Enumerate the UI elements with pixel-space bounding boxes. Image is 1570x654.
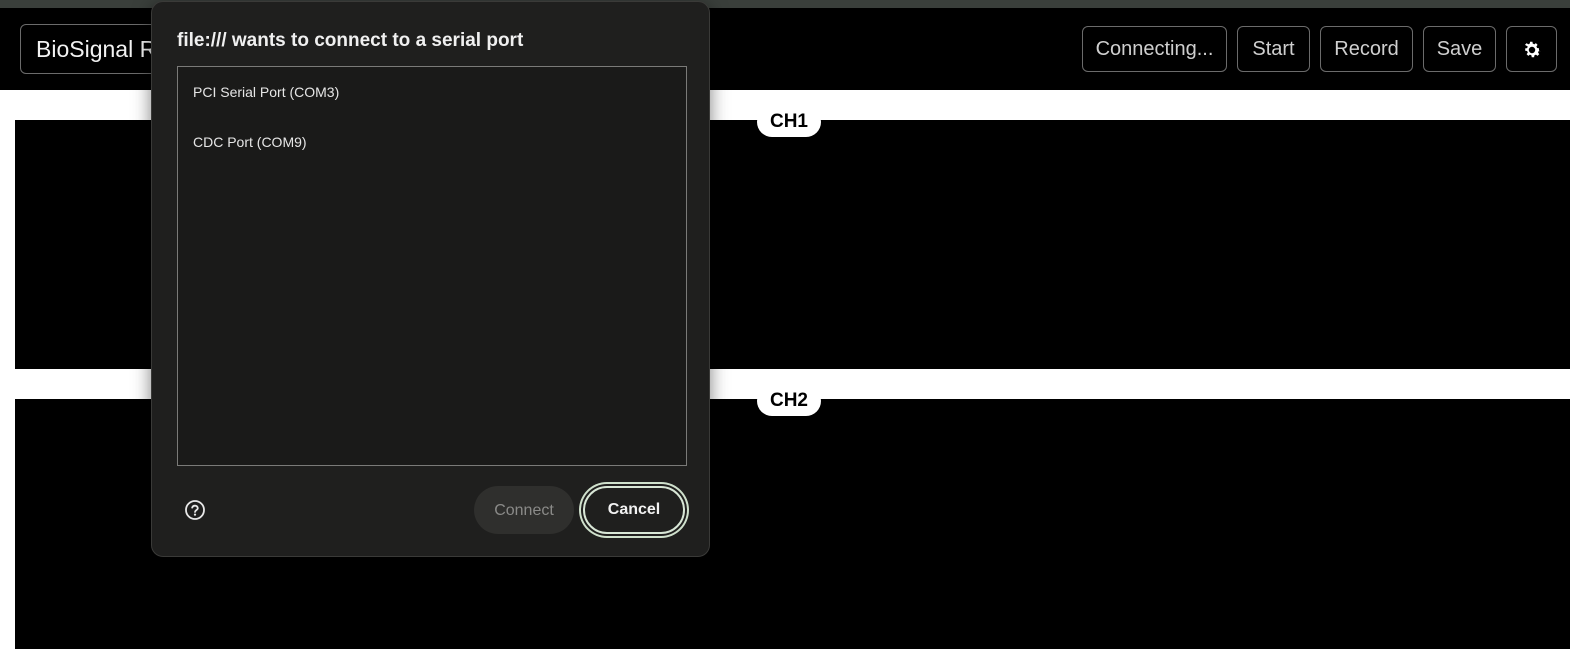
save-button[interactable]: Save	[1423, 26, 1496, 72]
settings-button[interactable]	[1506, 26, 1557, 72]
channel-1-label: CH1	[757, 107, 821, 137]
connect-dialog-button[interactable]: Connect	[474, 486, 574, 534]
port-list: PCI Serial Port (COM3) CDC Port (COM9)	[177, 66, 687, 466]
serial-port-dialog: file:/// wants to connect to a serial po…	[151, 1, 710, 557]
record-button[interactable]: Record	[1320, 26, 1413, 72]
dialog-title: file:/// wants to connect to a serial po…	[177, 30, 524, 51]
connect-button[interactable]: Connecting...	[1082, 26, 1227, 72]
port-item-com3[interactable]: PCI Serial Port (COM3)	[193, 84, 339, 100]
channel-2-label: CH2	[757, 386, 821, 416]
question-circle-icon[interactable]	[184, 499, 206, 521]
cancel-button[interactable]: Cancel	[583, 486, 685, 534]
gear-icon	[1521, 38, 1543, 60]
start-button[interactable]: Start	[1237, 26, 1310, 72]
port-item-com9[interactable]: CDC Port (COM9)	[193, 134, 307, 150]
